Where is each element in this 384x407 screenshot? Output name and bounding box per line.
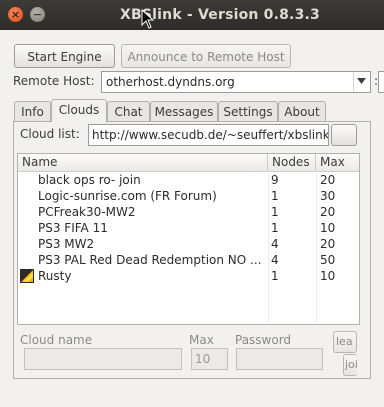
password-label: Password bbox=[235, 333, 292, 347]
column-header-max[interactable]: Max bbox=[316, 154, 359, 171]
table-row[interactable]: PCFreak30-MW2 1 20 bbox=[18, 204, 359, 220]
remote-host-value: otherhost.dyndns.org bbox=[106, 75, 235, 89]
table-row[interactable]: black ops ro- join 9 20 bbox=[18, 172, 359, 188]
remote-host-label: Remote Host: bbox=[13, 74, 95, 88]
tab-info[interactable]: Info bbox=[14, 101, 51, 121]
cloud-owner-icon bbox=[20, 269, 34, 283]
cloud-nodes: 4 bbox=[271, 253, 279, 267]
table-row[interactable]: Rusty 1 10 bbox=[18, 268, 359, 284]
table-row[interactable]: PS3 MW2 4 20 bbox=[18, 236, 359, 252]
title-bar: × − XBSlink - Version 0.8.3.3 bbox=[0, 0, 384, 30]
cloud-max: 20 bbox=[320, 237, 336, 251]
leave-button[interactable]: lea bbox=[333, 331, 357, 353]
cloud-name: PS3 PAL Red Dead Redemption NO ... bbox=[38, 253, 262, 267]
tab-chat[interactable]: Chat bbox=[107, 101, 150, 121]
minimize-icon[interactable]: − bbox=[30, 7, 45, 22]
column-header-nodes[interactable]: Nodes bbox=[268, 154, 316, 171]
column-header-name[interactable]: Name bbox=[18, 154, 268, 171]
cloud-name: PS3 FIFA 11 bbox=[38, 221, 108, 235]
cloud-max: 10 bbox=[320, 269, 336, 283]
table-row[interactable]: PS3 FIFA 11 1 10 bbox=[18, 220, 359, 236]
cloud-name: Logic-sunrise.com (FR Forum) bbox=[38, 189, 217, 203]
cloud-nodes: 1 bbox=[271, 221, 279, 235]
cloud-nodes: 1 bbox=[271, 269, 279, 283]
cloud-max: 50 bbox=[320, 253, 336, 267]
cloud-nodes: 1 bbox=[271, 205, 279, 219]
max-spinner[interactable]: 10 bbox=[191, 348, 228, 370]
max-label: Max bbox=[189, 333, 214, 347]
join-button[interactable]: join bbox=[343, 354, 357, 376]
cloud-list-label: Cloud list: bbox=[20, 127, 80, 141]
cloud-name-input[interactable] bbox=[24, 348, 182, 370]
cloud-name: Rusty bbox=[38, 269, 72, 283]
close-icon[interactable]: × bbox=[8, 7, 23, 22]
cloud-list-url-input[interactable]: http://www.secudb.de/~seuffert/xbslink/c bbox=[88, 124, 329, 146]
cloud-nodes: 1 bbox=[271, 189, 279, 203]
window-title: XBSlink - Version 0.8.3.3 bbox=[120, 7, 320, 23]
cloud-name: PS3 MW2 bbox=[38, 237, 95, 251]
port-input[interactable] bbox=[378, 71, 384, 93]
cloud-max: 20 bbox=[320, 205, 336, 219]
announce-button[interactable]: Announce to Remote Host bbox=[121, 44, 291, 68]
clouds-table[interactable]: Name Nodes Max black ops ro- join 9 20 L… bbox=[17, 153, 360, 325]
start-engine-button[interactable]: Start Engine bbox=[14, 44, 115, 68]
cloud-nodes: 9 bbox=[271, 173, 279, 187]
tab-settings[interactable]: Settings bbox=[218, 101, 278, 121]
tab-about[interactable]: About bbox=[278, 101, 326, 121]
cloud-max: 30 bbox=[320, 189, 336, 203]
remote-host-combobox[interactable]: otherhost.dyndns.org bbox=[101, 71, 371, 93]
tab-messages[interactable]: Messages bbox=[150, 101, 218, 121]
cloud-max: 10 bbox=[320, 221, 336, 235]
table-header: Name Nodes Max bbox=[18, 154, 359, 172]
cloud-name: black ops ro- join bbox=[38, 173, 141, 187]
cloud-list-refresh-button[interactable] bbox=[331, 124, 357, 146]
cloud-max: 20 bbox=[320, 173, 336, 187]
tab-clouds[interactable]: Clouds bbox=[51, 99, 107, 122]
cloud-name: PCFreak30-MW2 bbox=[38, 205, 136, 219]
table-row[interactable]: PS3 PAL Red Dead Redemption NO ... 4 50 bbox=[18, 252, 359, 268]
password-input[interactable] bbox=[236, 348, 323, 370]
table-row[interactable]: Logic-sunrise.com (FR Forum) 1 30 bbox=[18, 188, 359, 204]
cloud-nodes: 4 bbox=[271, 237, 279, 251]
cloud-name-label: Cloud name bbox=[20, 333, 93, 347]
dropdown-arrow-icon[interactable] bbox=[353, 72, 370, 92]
